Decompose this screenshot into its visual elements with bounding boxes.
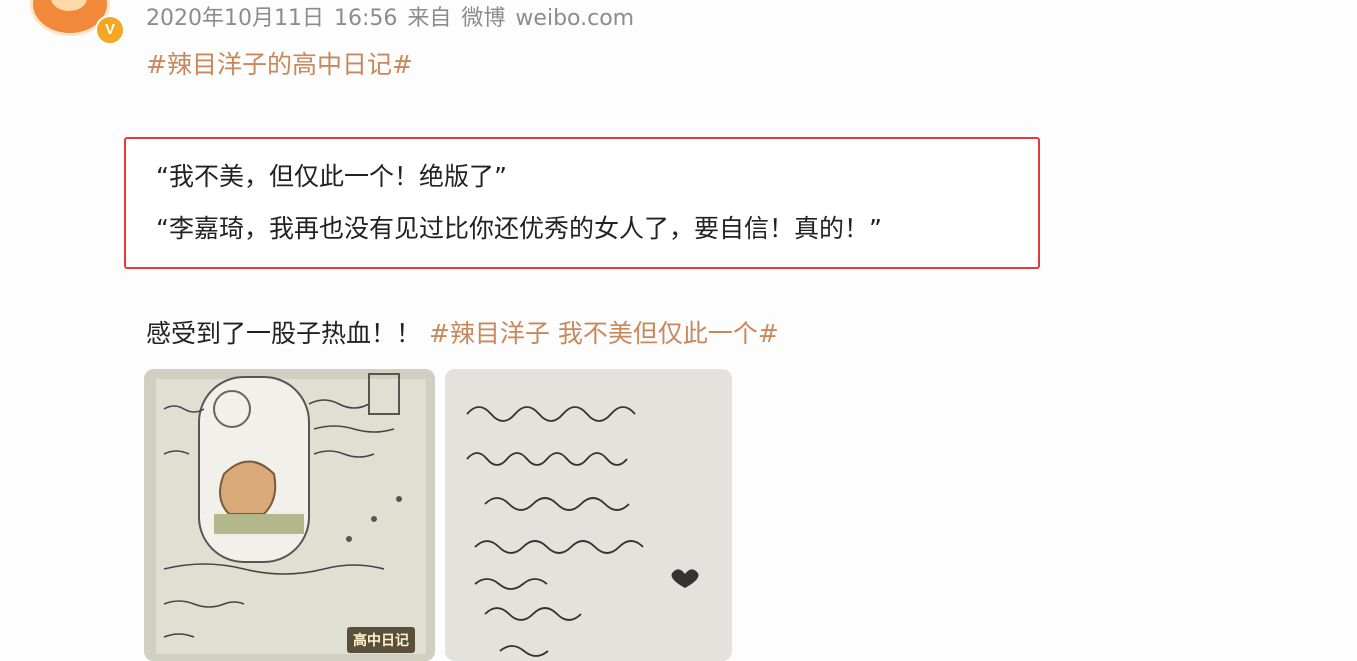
diary-stamp: 高中日记 [347,627,415,653]
post-time[interactable]: 16:56 [334,6,397,31]
post-date[interactable]: 2020年10月11日 [146,6,324,31]
diary-photo-1-art [144,369,435,661]
diary-photo-2-art [445,369,732,661]
source-prefix: 来自 [407,6,452,31]
post-body: 感受到了一股子热血！！ #辣目洋子 我不美但仅此一个# [146,314,779,350]
source-site[interactable]: weibo.com [515,6,634,31]
avatar-face [51,0,87,11]
quote-line: “李嘉琦，我再也没有见过比你还优秀的女人了，要自信！真的！” [156,214,882,243]
post-meta: 2020年10月11日 16:56 来自 微博 weibo.com [146,0,644,32]
source-app[interactable]: 微博 [461,6,505,31]
verified-badge-icon: V [95,15,125,45]
body-hashtag-link[interactable]: #辣目洋子 我不美但仅此一个# [429,319,779,348]
quote-line: “我不美，但仅此一个！绝版了” [156,162,507,191]
diary-photo-2[interactable] [445,369,732,661]
diary-photo-1[interactable]: 高中日记 [144,369,435,661]
post-body-text: 感受到了一股子热血！！ [146,319,422,348]
highlight-box: “我不美，但仅此一个！绝版了” “李嘉琦，我再也没有见过比你还优秀的女人了，要自… [124,137,1040,269]
hashtag-link[interactable]: #辣目洋子的高中日记# [146,45,413,81]
